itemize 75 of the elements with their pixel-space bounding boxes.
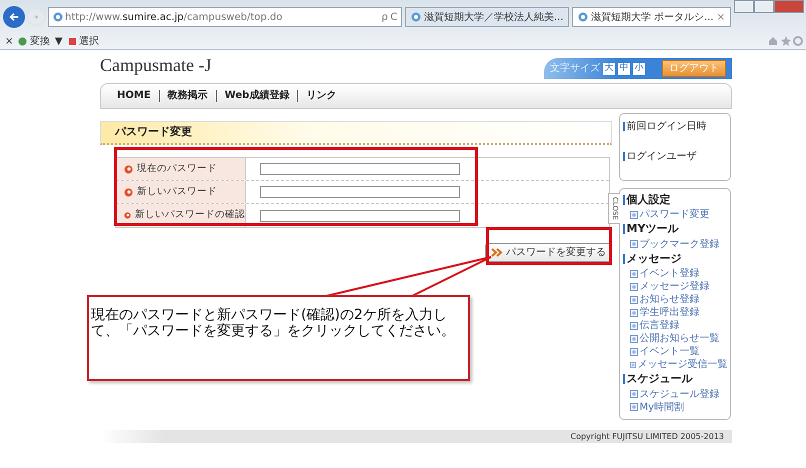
font-size-bar: 文字サイズ 大 中 小 ログアウト [544,58,732,79]
browser-tab[interactable]: 滋賀短期大学／学校法人純美... [404,7,570,27]
toolbar-item[interactable]: 選択 [68,34,100,48]
font-size-button[interactable]: 中 [618,62,630,74]
minimize-button[interactable] [734,0,754,13]
browser-tab[interactable]: 滋賀短期大学 ポータルシ... × [572,7,731,27]
menu-link[interactable]: ブックマーク登録 [622,238,728,250]
change-password-button[interactable]: パスワードを変更する [485,243,612,262]
menu-link[interactable]: My時間割 [622,400,728,414]
forward-arrow-icon [34,13,38,21]
nav-link[interactable]: 教務掲示 [160,90,217,102]
plus-box-icon [630,348,638,356]
login-info-label: ログインユーザ [622,149,728,164]
refresh-glyph[interactable]: C [390,10,398,24]
menu-group-heading: MYツール [622,221,728,238]
plus-box-icon [630,360,636,368]
double-chevron-icon [491,248,503,257]
bullet-icon [124,211,131,220]
home-icon[interactable] [768,36,778,46]
menu-link[interactable]: イベント一覧 [622,345,728,358]
menu-group-heading: 個人設定 [622,192,728,208]
menu-link[interactable]: メッセージ受信一覧 [622,358,728,371]
plus-box-icon [630,240,638,248]
page-icon [410,12,421,22]
font-size-button[interactable]: 大 [603,62,615,74]
site-logo: Campusmate -J [100,54,212,77]
login-info-label: 前回ログイン日時 [622,119,728,134]
caret-glyph[interactable]: ▼ [54,34,63,48]
maximize-button[interactable] [754,0,774,13]
callout-text: 現在のパスワードと新パスワード(確認)の2ケ所を入力して、「パスワードを変更する」をクリックしてください。 [91,307,456,339]
address-text: http://www.sumire.ac.jp/campusweb/top.do [65,10,282,24]
bullet-icon [124,188,133,196]
field-label-cell: 新しいパスワード [116,181,246,203]
password-field[interactable] [260,186,460,198]
back-button[interactable] [2,6,24,28]
toolbar-item[interactable]: 変換 [18,34,50,48]
close-glyph[interactable]: × [5,34,14,48]
page-icon [68,36,77,46]
page-icon [52,12,62,22]
field-label-cell: 現在のパスワード [116,158,246,180]
back-arrow-icon [8,11,18,23]
menu-group-heading: スケジュール [622,371,728,388]
plus-box-icon [630,282,638,290]
plus-box-icon [630,322,638,330]
nav-link[interactable]: HOME [109,90,160,102]
star-icon[interactable] [780,36,790,46]
menu-link[interactable]: イベント登録 [622,267,728,280]
menu-link[interactable]: メッセージ登録 [622,280,728,293]
menu-link[interactable]: 伝言登録 [622,319,728,332]
password-field[interactable] [260,163,460,175]
menu-link[interactable]: パスワード変更 [622,208,728,221]
menu-link[interactable]: 公開お知らせ一覧 [622,332,728,345]
nav-link[interactable]: リンク [298,90,344,102]
plus-box-icon [630,308,638,316]
menu-group-heading: メッセージ [622,250,728,267]
plus-box-icon [630,390,638,398]
copyright-text: Copyright FUJITSU LIMITED 2005-2013 [570,432,724,441]
menu-link[interactable]: 学生呼出登録 [622,306,728,319]
menu-link[interactable]: スケジュール登録 [622,388,728,400]
page-icon [578,12,588,22]
nav-link[interactable]: Web成績登録 [216,90,298,102]
plus-box-icon [630,210,638,218]
plus-box-icon [630,270,638,278]
plus-box-icon [630,296,638,304]
address-bar[interactable]: http://www.sumire.ac.jp/campusweb/top.do ρ C [48,7,402,27]
page-title: パスワード変更 [100,121,612,145]
plus-box-icon [630,334,638,342]
plus-box-icon [630,403,638,411]
password-field[interactable] [260,210,460,222]
tab-close-glyph[interactable]: × [716,10,725,24]
search-glyph[interactable]: ρ [382,10,388,24]
font-size-button[interactable]: 小 [633,62,645,74]
bullet-icon [124,164,133,174]
menu-link[interactable]: お知らせ登録 [622,293,728,306]
close-button[interactable] [774,0,804,13]
